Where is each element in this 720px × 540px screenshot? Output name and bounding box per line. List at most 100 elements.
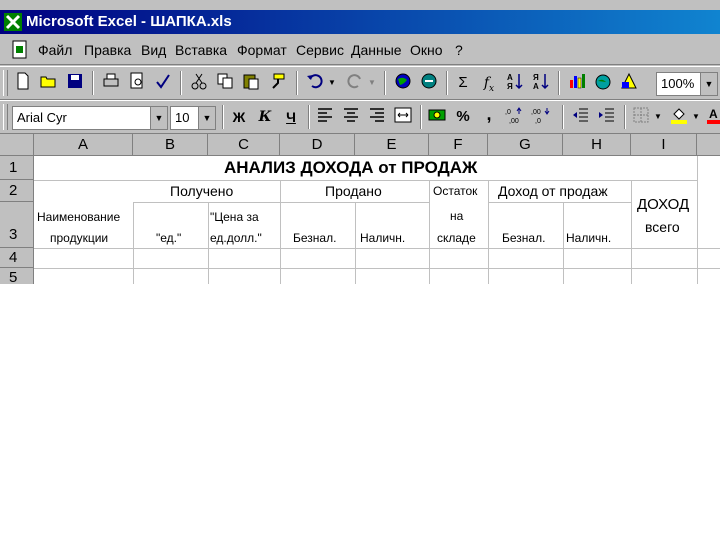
header-stock-line1[interactable]: Остаток bbox=[433, 184, 477, 198]
header-product-line1[interactable]: Наименование bbox=[37, 210, 120, 224]
font-name-combo[interactable]: Arial Cyr ▼ bbox=[12, 106, 168, 130]
row-header-3[interactable]: 3 bbox=[0, 202, 34, 248]
worksheet-grid[interactable]: A B C D E F G H I 1 2 3 4 5 АНАЛИЗ ДОХОД… bbox=[0, 134, 720, 284]
header-stock-line3[interactable]: складе bbox=[437, 231, 476, 245]
column-header-e[interactable]: E bbox=[355, 134, 429, 156]
menu-format[interactable]: Формат bbox=[237, 42, 287, 58]
column-header-i[interactable]: I bbox=[631, 134, 697, 156]
print-icon[interactable] bbox=[100, 72, 122, 94]
toolbar-separator bbox=[624, 105, 626, 129]
row-header-4[interactable]: 4 bbox=[0, 248, 34, 268]
zoom-combo[interactable]: 100% ▼ bbox=[656, 72, 718, 96]
web-toolbar-icon[interactable] bbox=[392, 72, 414, 94]
paste-icon[interactable] bbox=[240, 72, 262, 94]
font-color-icon[interactable]: A bbox=[704, 106, 720, 128]
header-sales-income[interactable]: Доход от продаж bbox=[498, 183, 608, 199]
column-header-a[interactable]: A bbox=[34, 134, 133, 156]
header-price-line2[interactable]: ед.долл." bbox=[210, 231, 262, 245]
header-units[interactable]: "ед." bbox=[156, 231, 181, 245]
header-cashless-g[interactable]: Безнал. bbox=[502, 231, 545, 245]
menu-window[interactable]: Окно bbox=[410, 42, 443, 58]
svg-text:,0: ,0 bbox=[505, 109, 511, 116]
header-product-line2[interactable]: продукции bbox=[50, 231, 108, 245]
new-document-icon[interactable] bbox=[12, 72, 34, 94]
redo-dropdown-icon[interactable]: ▼ bbox=[366, 72, 378, 94]
column-header-c[interactable]: C bbox=[208, 134, 280, 156]
header-received[interactable]: Получено bbox=[170, 183, 233, 199]
sheet-title-cell[interactable]: АНАЛИЗ ДОХОДА от ПРОДАЖ bbox=[224, 158, 477, 178]
fill-color-icon[interactable] bbox=[668, 106, 690, 128]
merge-center-icon[interactable] bbox=[392, 106, 414, 128]
column-header-next[interactable] bbox=[697, 134, 720, 156]
redo-icon[interactable] bbox=[344, 72, 366, 94]
menu-tools[interactable]: Сервис bbox=[296, 42, 344, 58]
increase-decimal-icon[interactable]: ,0,00 bbox=[504, 106, 526, 128]
decrease-indent-icon[interactable] bbox=[570, 106, 592, 128]
title-bar: Microsoft Excel - ШАПКА.xls bbox=[0, 10, 720, 34]
select-all-corner[interactable] bbox=[0, 134, 34, 156]
underline-button[interactable]: Ч bbox=[280, 106, 302, 128]
font-name-dropdown-icon[interactable]: ▼ bbox=[150, 107, 167, 129]
cut-icon[interactable] bbox=[188, 72, 210, 94]
fill-color-dropdown-icon[interactable]: ▼ bbox=[690, 106, 702, 128]
toolbar-separator bbox=[558, 71, 560, 95]
menu-insert[interactable]: Вставка bbox=[175, 42, 227, 58]
header-cash-e[interactable]: Наличн. bbox=[360, 231, 405, 245]
font-size-dropdown-icon[interactable]: ▼ bbox=[198, 107, 215, 129]
sort-descending-icon[interactable]: ЯA bbox=[530, 72, 552, 94]
menu-file[interactable]: Файл bbox=[38, 42, 72, 58]
percent-button[interactable]: % bbox=[452, 106, 474, 128]
header-cashless-d[interactable]: Безнал. bbox=[293, 231, 336, 245]
spelling-icon[interactable] bbox=[152, 72, 174, 94]
align-left-icon[interactable] bbox=[314, 106, 336, 128]
row-header-1[interactable]: 1 bbox=[0, 156, 34, 180]
header-stock-line2[interactable]: на bbox=[450, 209, 463, 223]
comma-style-button[interactable]: , bbox=[478, 105, 500, 128]
menu-help[interactable]: ? bbox=[455, 42, 463, 58]
sort-ascending-icon[interactable]: AЯ bbox=[504, 72, 526, 94]
header-cash-h[interactable]: Наличн. bbox=[566, 231, 611, 245]
chart-wizard-icon[interactable] bbox=[566, 72, 588, 94]
undo-icon[interactable] bbox=[304, 72, 326, 94]
save-icon[interactable] bbox=[64, 72, 86, 94]
menu-edit[interactable]: Правка bbox=[84, 42, 131, 58]
hyperlink-icon[interactable] bbox=[418, 72, 440, 94]
borders-dropdown-icon[interactable]: ▼ bbox=[652, 106, 664, 128]
column-header-f[interactable]: F bbox=[429, 134, 488, 156]
decrease-decimal-icon[interactable]: ,00,0 bbox=[530, 106, 552, 128]
copy-icon[interactable] bbox=[214, 72, 236, 94]
column-header-b[interactable]: B bbox=[133, 134, 208, 156]
currency-icon[interactable] bbox=[426, 106, 448, 128]
autosum-icon[interactable]: Σ bbox=[452, 72, 474, 94]
menu-data[interactable]: Данные bbox=[351, 42, 402, 58]
menu-view[interactable]: Вид bbox=[141, 42, 166, 58]
document-icon[interactable] bbox=[10, 40, 30, 60]
italic-button[interactable]: К bbox=[254, 106, 276, 128]
column-header-g[interactable]: G bbox=[488, 134, 563, 156]
toolbar-grip[interactable] bbox=[3, 70, 8, 96]
toolbar-separator bbox=[420, 105, 422, 129]
header-total-line1[interactable]: ДОХОД bbox=[637, 196, 689, 213]
map-icon[interactable] bbox=[592, 72, 614, 94]
zoom-dropdown-icon[interactable]: ▼ bbox=[700, 73, 717, 95]
header-price-line1[interactable]: "Цена за bbox=[210, 210, 259, 224]
format-painter-icon[interactable] bbox=[266, 72, 288, 94]
function-wizard-icon[interactable]: fx bbox=[478, 72, 500, 94]
header-total-line2[interactable]: всего bbox=[645, 219, 680, 235]
print-preview-icon[interactable] bbox=[126, 72, 148, 94]
toolbar-grip[interactable] bbox=[3, 104, 8, 130]
align-right-icon[interactable] bbox=[366, 106, 388, 128]
drawing-icon[interactable] bbox=[618, 72, 640, 94]
borders-icon[interactable] bbox=[630, 106, 652, 128]
row-header-2[interactable]: 2 bbox=[0, 180, 34, 202]
bold-button[interactable]: Ж bbox=[228, 106, 250, 128]
header-sold[interactable]: Продано bbox=[325, 183, 382, 199]
column-header-h[interactable]: H bbox=[563, 134, 631, 156]
align-center-icon[interactable] bbox=[340, 106, 362, 128]
open-folder-icon[interactable] bbox=[38, 72, 60, 94]
undo-dropdown-icon[interactable]: ▼ bbox=[326, 72, 338, 94]
increase-indent-icon[interactable] bbox=[596, 106, 618, 128]
font-size-combo[interactable]: 10 ▼ bbox=[170, 106, 216, 130]
row-header-5[interactable]: 5 bbox=[0, 268, 34, 284]
column-header-d[interactable]: D bbox=[280, 134, 355, 156]
